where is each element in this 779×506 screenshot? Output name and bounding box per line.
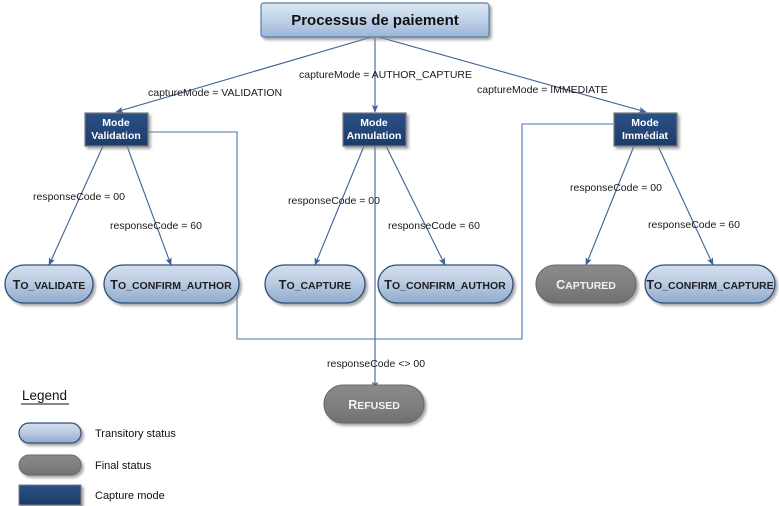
capture-mode-annulation-line1: Mode (360, 117, 388, 129)
capture-mode-validation-line1: Mode (102, 117, 130, 129)
edge-label-immediat-rc00: responseCode = 00 (570, 182, 662, 194)
edge-label-capturemode-immediate: captureMode = IMMEDIATE (477, 84, 608, 96)
legend: Legend Transitory status Final status Ca… (18, 388, 176, 506)
edge-label-refused-rc-not-00: responseCode <> 00 (327, 358, 425, 370)
status-node-to_confirm_capture-label: TO_CONFIRM_CAPTURE (646, 278, 773, 292)
status-node-to_confirm_author-2-label: TO_CONFIRM_AUTHOR (384, 278, 506, 292)
bracket-refused-collector (141, 123, 613, 340)
edge-label-validation-rc60: responseCode = 60 (110, 220, 202, 232)
edge-label-annulation-rc00: responseCode = 00 (288, 195, 380, 207)
capture-mode-annulation-line2: Annulation (347, 130, 402, 142)
status-node-to_capture-label: TO_CAPTURE (279, 278, 351, 292)
edge-validation-to-to_confirm_author (126, 145, 172, 266)
status-node-to_confirm_author-1-label: TO_CONFIRM_AUTHOR (110, 278, 232, 292)
legend-swatch-capture-mode (18, 484, 82, 506)
legend-item-capture-mode: Capture mode (18, 484, 165, 506)
edge-label-capturemode-author_capture: captureMode = AUTHOR_CAPTURE (299, 69, 472, 81)
capture-mode-validation-line2: Validation (91, 130, 141, 142)
status-node-refused[interactable]: REFUSED (323, 384, 425, 424)
status-node-to_confirm_author-2[interactable]: TO_CONFIRM_AUTHOR (377, 264, 514, 304)
legend-item-transitory: Transitory status (18, 422, 176, 444)
status-node-captured[interactable]: CAPTURED (535, 264, 637, 304)
legend-label-capture-mode: Capture mode (95, 490, 165, 502)
legend-item-final: Final status (18, 454, 152, 476)
edge-label-capturemode-validation: captureMode = VALIDATION (148, 87, 282, 99)
edge-label-annulation-rc60: responseCode = 60 (388, 220, 480, 232)
legend-label-transitory: Transitory status (95, 428, 176, 440)
legend-label-final: Final status (95, 460, 152, 472)
capture-mode-annulation[interactable]: Mode Annulation (342, 112, 407, 147)
status-node-to_validate-label: TO_VALIDATE (13, 278, 86, 292)
status-node-to_capture[interactable]: TO_CAPTURE (264, 264, 366, 304)
edge-immediat-to-captured (585, 145, 635, 266)
status-node-to_confirm_author-1[interactable]: TO_CONFIRM_AUTHOR (103, 264, 240, 304)
status-node-captured-label: CAPTURED (556, 278, 616, 292)
capture-mode-validation[interactable]: Mode Validation (84, 112, 149, 147)
capture-mode-immediat-line2: Immédiat (622, 130, 669, 142)
edge-immediat-to-to_confirm_capture (657, 145, 714, 266)
edge-annulation-to-to_confirm_author (385, 145, 446, 266)
edge-label-immediat-rc60: responseCode = 60 (648, 219, 740, 231)
legend-title: Legend (22, 388, 67, 403)
edge-validation-to-to_validate (48, 145, 104, 266)
capture-mode-immediat[interactable]: Mode Immédiat (613, 112, 678, 147)
legend-swatch-final (18, 454, 82, 476)
status-node-to_confirm_capture[interactable]: TO_CONFIRM_CAPTURE (644, 264, 776, 304)
title-box-label: Processus de paiement (291, 12, 459, 29)
edge-label-validation-rc00: responseCode = 00 (33, 191, 125, 203)
legend-swatch-transitory (18, 422, 82, 444)
status-node-to_validate[interactable]: TO_VALIDATE (4, 264, 94, 304)
capture-mode-immediat-line1: Mode (631, 117, 659, 129)
title-box[interactable]: Processus de paiement (260, 2, 490, 38)
status-node-refused-label: REFUSED (348, 398, 400, 412)
payment-process-diagram: captureMode = VALIDATION captureMode = A… (4, 2, 776, 506)
